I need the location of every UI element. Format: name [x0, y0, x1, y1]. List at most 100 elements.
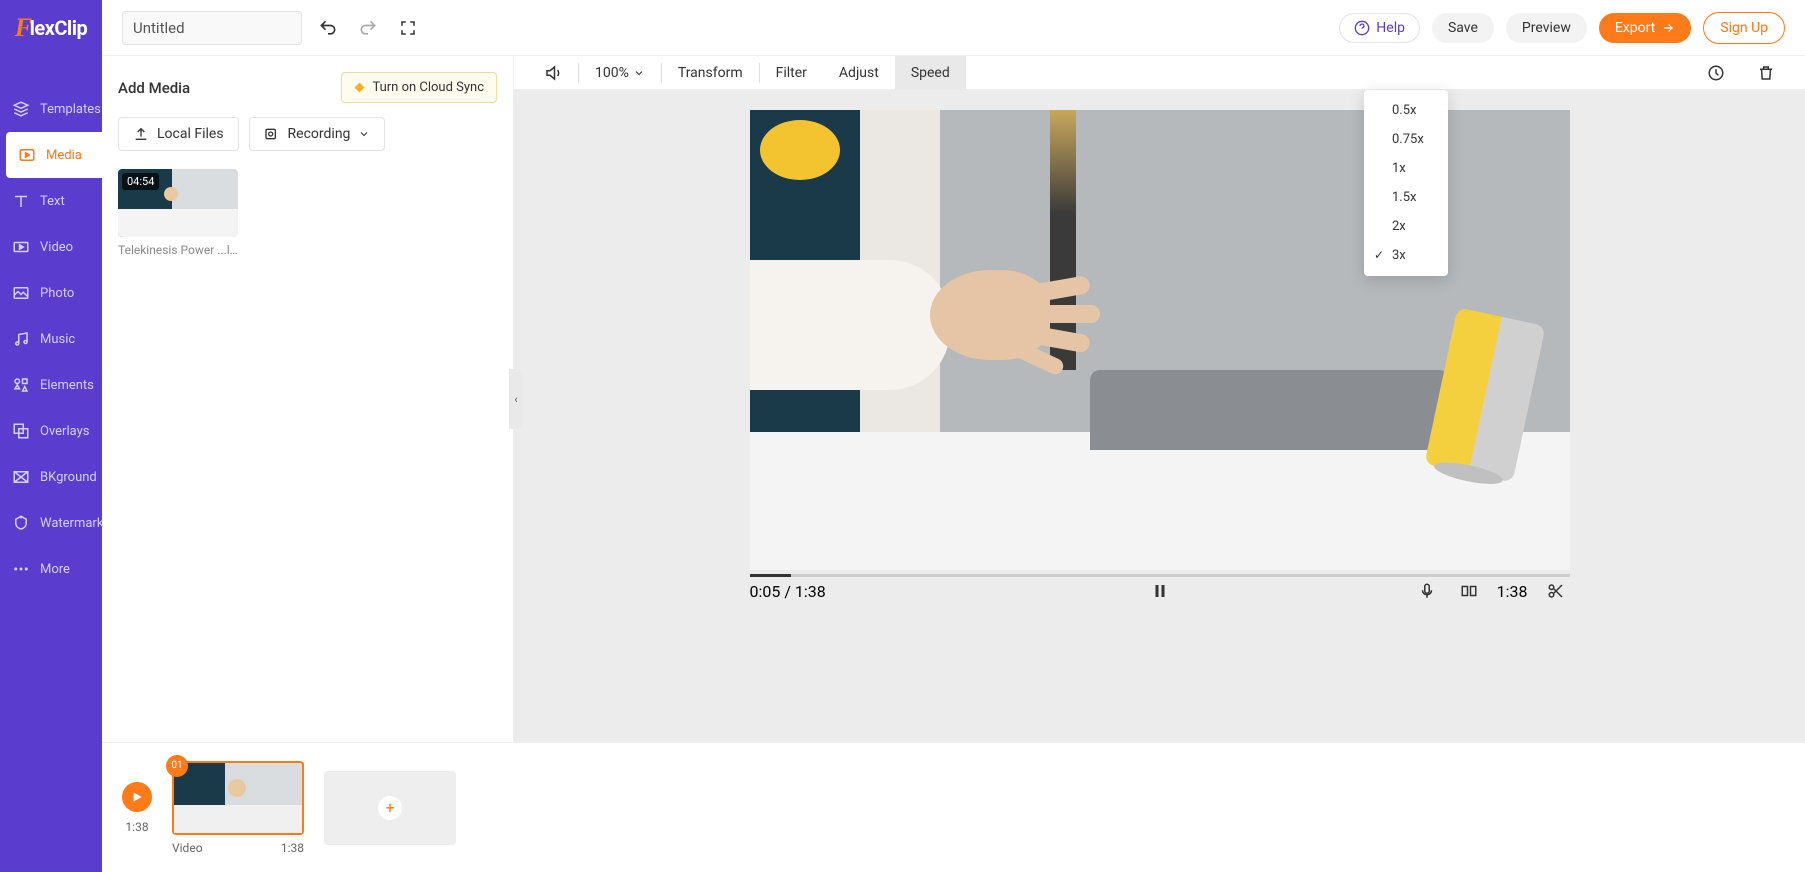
microphone-icon — [1418, 582, 1436, 600]
logo[interactable]: FlexClip — [0, 0, 102, 56]
undo-button[interactable] — [314, 14, 342, 42]
volume-button[interactable] — [528, 56, 578, 90]
filter-button[interactable]: Filter — [760, 56, 823, 90]
adjust-button[interactable]: Adjust — [823, 56, 895, 90]
recording-button[interactable]: Recording — [249, 117, 386, 151]
plus-icon: + — [378, 796, 402, 820]
speed-button[interactable]: Speed — [895, 56, 966, 90]
microphone-button[interactable] — [1413, 577, 1441, 605]
media-panel-title: Add Media — [118, 79, 190, 97]
fullscreen-button[interactable] — [394, 14, 422, 42]
media-panel: Add Media ◆ Turn on Cloud Sync Local Fil… — [102, 56, 514, 742]
speed-option-2x[interactable]: 2x — [1364, 212, 1448, 241]
sidebar-label: Photo — [40, 286, 74, 301]
export-button[interactable]: Export — [1599, 13, 1691, 43]
zoom-dropdown[interactable]: 100% — [579, 56, 661, 90]
thumbnail-filename: Telekinesis Power ...l.mp4 — [118, 243, 238, 257]
background-icon — [12, 468, 30, 486]
sidebar-label: Text — [40, 194, 65, 209]
clip-badge: 01 — [166, 755, 188, 777]
thumbnail-duration: 04:54 — [122, 173, 159, 190]
help-label: Help — [1376, 20, 1405, 36]
video-icon — [12, 238, 30, 256]
chevron-down-icon — [358, 128, 370, 140]
trash-icon — [1757, 64, 1775, 82]
project-title-input[interactable] — [122, 11, 302, 45]
diamond-icon: ◆ — [354, 80, 364, 95]
topbar: Help Save Preview Export Sign Up — [102, 0, 1805, 56]
speed-option-1.5x[interactable]: 1.5x — [1364, 183, 1448, 212]
more-icon — [12, 560, 30, 578]
sidebar-label: Watermark — [40, 516, 103, 531]
sidebar-item-overlays[interactable]: Overlays — [0, 408, 102, 454]
pause-icon — [1151, 582, 1169, 600]
transform-button[interactable]: Transform — [662, 56, 759, 90]
play-icon — [130, 790, 144, 804]
photo-icon — [12, 284, 30, 302]
help-button[interactable]: Help — [1339, 13, 1420, 43]
cloud-sync-button[interactable]: ◆ Turn on Cloud Sync — [341, 72, 497, 103]
history-button[interactable] — [1691, 56, 1741, 90]
sidebar-label: BKground — [40, 470, 97, 485]
sidebar-item-templates[interactable]: Templates — [0, 86, 102, 132]
sidebar-item-more[interactable]: More — [0, 546, 102, 592]
export-label: Export — [1615, 20, 1655, 36]
trim-button[interactable] — [1542, 577, 1570, 605]
timeline-play-button[interactable] — [122, 782, 152, 812]
watermark-icon — [12, 514, 30, 532]
timeline: 1:38 01 Video 1:38 + — [102, 742, 1805, 872]
record-icon — [264, 126, 280, 142]
pause-button[interactable] — [1146, 577, 1174, 605]
text-icon — [12, 192, 30, 210]
music-icon — [12, 330, 30, 348]
overlays-icon — [12, 422, 30, 440]
timeline-clip[interactable]: 01 — [172, 761, 304, 835]
sidebar-item-media[interactable]: Media — [6, 132, 102, 178]
speed-option-0.75x[interactable]: 0.75x — [1364, 125, 1448, 154]
recording-label: Recording — [288, 126, 351, 142]
volume-icon — [544, 64, 562, 82]
preview-button[interactable]: Preview — [1506, 13, 1587, 43]
upload-icon — [133, 126, 149, 142]
templates-icon — [12, 100, 30, 118]
trim-duration: 1:38 — [1497, 582, 1528, 601]
arrow-right-icon — [1661, 21, 1675, 35]
sidebar-label: Templates — [40, 102, 101, 117]
sidebar-label: Video — [40, 240, 73, 255]
zoom-value: 100% — [595, 65, 629, 81]
clip-duration-label: 1:38 — [281, 841, 304, 855]
playback-time: 0:05 / 1:38 — [750, 582, 826, 601]
logo-text: lexClip — [30, 16, 88, 40]
media-icon — [18, 146, 36, 164]
save-button[interactable]: Save — [1432, 13, 1494, 43]
speed-option-0.5x[interactable]: 0.5x — [1364, 96, 1448, 125]
sidebar-label: Overlays — [40, 424, 89, 439]
speed-option-3x[interactable]: 3x — [1364, 241, 1448, 270]
local-files-button[interactable]: Local Files — [118, 117, 239, 151]
sidebar-label: Elements — [40, 378, 94, 393]
speed-option-1x[interactable]: 1x — [1364, 154, 1448, 183]
sidebar-item-text[interactable]: Text — [0, 178, 102, 224]
sidebar-item-elements[interactable]: Elements — [0, 362, 102, 408]
sidebar-item-photo[interactable]: Photo — [0, 270, 102, 316]
delete-button[interactable] — [1741, 56, 1791, 90]
add-clip-button[interactable]: + — [324, 771, 456, 845]
sidebar-item-video[interactable]: Video — [0, 224, 102, 270]
media-thumbnail[interactable]: 04:54 Telekinesis Power ...l.mp4 — [118, 169, 238, 257]
canvas-area: 100% Transform Filter Adjust Speed 0.5x … — [514, 56, 1805, 742]
elements-icon — [12, 376, 30, 394]
panel-collapse-button[interactable]: ‹ — [509, 369, 523, 429]
split-button[interactable] — [1455, 577, 1483, 605]
cloud-sync-label: Turn on Cloud Sync — [372, 80, 484, 95]
sidebar-item-background[interactable]: BKground — [0, 454, 102, 500]
local-files-label: Local Files — [157, 126, 224, 142]
help-icon — [1354, 20, 1370, 36]
redo-button[interactable] — [354, 14, 382, 42]
sidebar-label: Media — [46, 148, 82, 163]
canvas-toolbar: 100% Transform Filter Adjust Speed 0.5x … — [514, 56, 1805, 90]
sidebar-item-music[interactable]: Music — [0, 316, 102, 362]
speed-dropdown: 0.5x 0.75x 1x 1.5x 2x 3x — [1364, 90, 1448, 276]
split-icon — [1460, 582, 1478, 600]
signup-button[interactable]: Sign Up — [1703, 12, 1785, 44]
sidebar-item-watermark[interactable]: Watermark — [0, 500, 102, 546]
